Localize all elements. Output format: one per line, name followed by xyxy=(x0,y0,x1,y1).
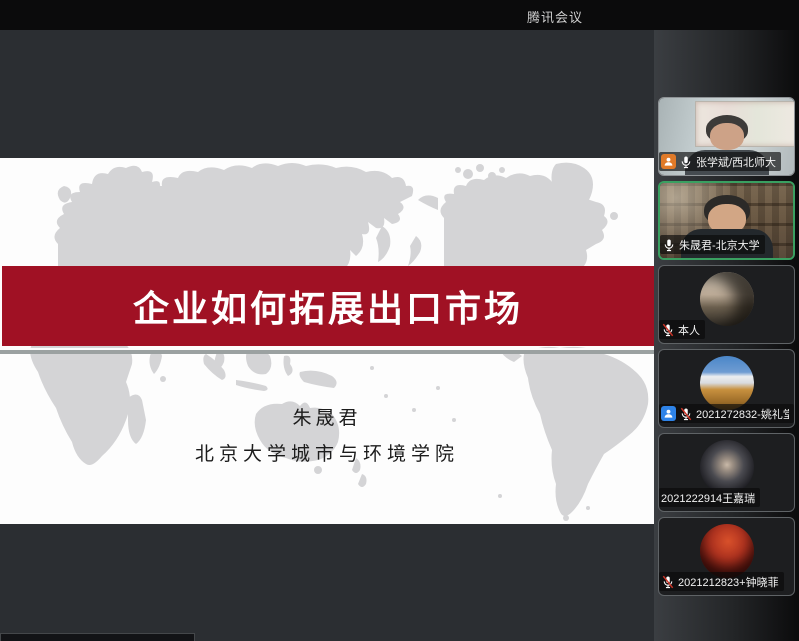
participant-name: 2021212823+钟晓菲 xyxy=(678,574,779,590)
participant-avatar xyxy=(700,272,754,326)
person-silhouette xyxy=(710,123,744,150)
participant-tile[interactable]: 2021212823+钟晓菲 xyxy=(658,517,795,596)
participant-tile[interactable]: 2021272832-姚礼堂 xyxy=(658,349,795,428)
mic-muted-icon xyxy=(661,323,675,337)
participant-label: 2021212823+钟晓菲 xyxy=(659,572,784,591)
participant-label: 2021222914王嘉瑞 xyxy=(659,488,760,507)
participant-sidebar[interactable]: 张学斌/西北师大 朱晟君-北京大学 xyxy=(654,30,799,641)
slide-presenter-name: 朱晟君 xyxy=(0,403,654,430)
participant-name: 本人 xyxy=(678,322,700,338)
slide-affiliation: 北京大学城市与环境学院 xyxy=(0,439,654,466)
mic-on-icon xyxy=(662,238,676,252)
participant-name: 张学斌/西北师大 xyxy=(696,154,776,170)
slide-title-banner: 企业如何拓展出口市场 xyxy=(2,266,654,346)
participant-label: 2021272832-姚礼堂 xyxy=(659,404,794,423)
participant-name: 2021272832-姚礼堂 xyxy=(696,406,789,422)
taskbar-fragment xyxy=(0,633,195,641)
participant-name: 朱晟君-北京大学 xyxy=(679,237,760,253)
participant-avatar xyxy=(700,440,754,494)
participant-avatar xyxy=(700,356,754,410)
participant-avatar xyxy=(700,524,754,578)
mic-on-icon xyxy=(679,155,693,169)
presentation-slide: 企业如何拓展出口市场 朱晟君 北京大学城市与环境学院 xyxy=(0,158,654,524)
mic-muted-icon xyxy=(661,575,675,589)
participant-tile-self[interactable]: 本人 xyxy=(658,265,795,344)
participant-tile[interactable]: 张学斌/西北师大 xyxy=(658,97,795,176)
tencent-meeting-window: 腾讯会议 xyxy=(0,0,799,641)
participant-tile-active-speaker[interactable]: 朱晟君-北京大学 xyxy=(658,181,795,260)
participant-label: 本人 xyxy=(659,320,705,339)
window-title-bar: 腾讯会议 xyxy=(0,0,799,30)
slide-title: 企业如何拓展出口市场 xyxy=(133,280,523,332)
participant-label: 张学斌/西北师大 xyxy=(659,152,781,171)
participant-label: 朱晟君-北京大学 xyxy=(660,235,765,254)
participant-tile[interactable]: 2021222914王嘉瑞 xyxy=(658,433,795,512)
mic-muted-icon xyxy=(679,407,693,421)
host-person-badge-icon xyxy=(661,154,676,169)
screen-share-area: 企业如何拓展出口市场 朱晟君 北京大学城市与环境学院 xyxy=(0,30,654,641)
participant-name: 2021222914王嘉瑞 xyxy=(661,490,755,506)
app-title: 腾讯会议 xyxy=(527,7,583,26)
member-person-badge-icon xyxy=(661,406,676,421)
slide-divider-bar xyxy=(0,348,654,354)
